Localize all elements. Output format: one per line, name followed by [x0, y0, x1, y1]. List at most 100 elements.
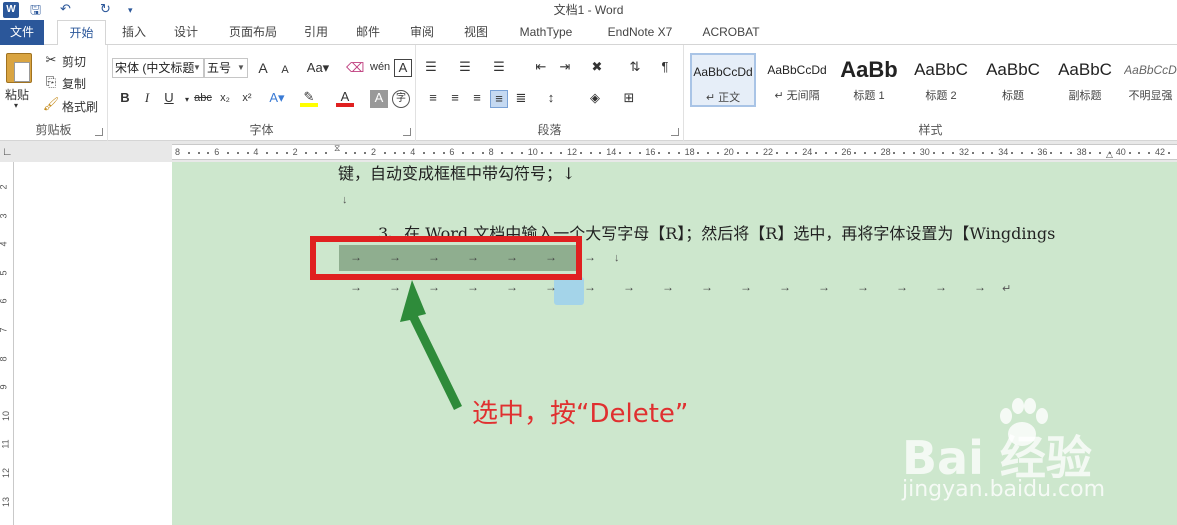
ribbon: 粘贴 ▾ ✂ 剪切 ⎘ 复制 🖌 格式刷 剪贴板 宋体 (中文标题 ▼ 五号 ▼…: [0, 45, 1177, 141]
document-page[interactable]: 键，自动变成框框中带勾符号；↓ ↓ 3、在 Word 文档中输入一个大写字母【R…: [172, 162, 1177, 525]
bold-icon[interactable]: B: [116, 90, 134, 108]
align-left-icon[interactable]: ≡: [424, 90, 442, 108]
tab-endnote[interactable]: EndNote X7: [598, 20, 682, 45]
strikethrough-icon[interactable]: abc: [192, 90, 214, 108]
vruler-tick-label: 2: [0, 184, 9, 189]
char-shading-icon[interactable]: A: [370, 90, 388, 108]
underline-icon[interactable]: U: [160, 90, 178, 108]
align-right-icon[interactable]: ≡: [468, 90, 486, 108]
font-color-icon[interactable]: A: [336, 89, 354, 107]
tab-mailings[interactable]: 邮件: [352, 20, 384, 45]
vruler-tick-label: 6: [0, 299, 9, 304]
highlight-icon[interactable]: ✎: [300, 89, 318, 107]
clear-format-icon[interactable]: ⌫: [346, 60, 364, 78]
clipboard-group-label: 剪贴板: [35, 123, 72, 137]
line-spacing-icon[interactable]: ↕: [542, 90, 560, 108]
ruler-dot: [187, 152, 190, 154]
char-border-icon[interactable]: A: [394, 59, 412, 77]
asian-layout-icon[interactable]: ✖: [588, 59, 606, 77]
tab-arrow-mark: →: [701, 280, 713, 294]
paste-options-icon[interactable]: [554, 277, 584, 305]
style-title[interactable]: AaBbC 标题: [980, 53, 1046, 107]
copy-button[interactable]: 复制: [62, 75, 86, 92]
tab-arrow-mark: →: [935, 280, 947, 294]
tab-home[interactable]: 开始: [57, 20, 106, 46]
style-sample: AaBbC: [1058, 60, 1112, 79]
ruler-tick-label: 26: [841, 147, 852, 157]
paste-dropdown-icon[interactable]: ▾: [14, 101, 18, 110]
superscript-icon[interactable]: x²: [238, 90, 256, 108]
numbering-icon[interactable]: ☰: [456, 59, 474, 77]
scissors-icon[interactable]: ✂: [42, 52, 60, 70]
grow-font-icon[interactable]: A: [254, 60, 272, 78]
bullets-icon[interactable]: ☰: [422, 59, 440, 77]
ruler-dot: [854, 152, 857, 154]
align-center-icon[interactable]: ≡: [446, 90, 464, 108]
chevron-down-icon[interactable]: ▼: [191, 59, 203, 77]
justify-icon[interactable]: ≡: [490, 90, 508, 108]
tab-design[interactable]: 设计: [170, 20, 202, 45]
style-sample: AaBbC: [986, 60, 1040, 79]
style-heading-1[interactable]: AaBb 标题 1: [836, 53, 902, 107]
tab-layout[interactable]: 页面布局: [225, 20, 281, 45]
tab-selector-icon[interactable]: ∟: [2, 146, 14, 158]
tab-review[interactable]: 审阅: [406, 20, 438, 45]
tab-file[interactable]: 文件: [0, 20, 44, 45]
right-indent-marker-icon[interactable]: △: [1106, 149, 1113, 160]
doc-line-1: 键，自动变成框框中带勾符号；↓: [338, 164, 576, 183]
ruler-dot: [795, 152, 798, 154]
paragraph-launcher-icon[interactable]: [671, 128, 679, 136]
style-normal[interactable]: AaBbCcDd ↵ 正文: [690, 53, 756, 107]
show-marks-icon[interactable]: ¶: [656, 59, 674, 77]
style-subtle-emphasis[interactable]: AaBbCcD 不明显强: [1124, 53, 1177, 107]
ruler-dot: [913, 152, 915, 154]
enclose-char-icon[interactable]: 字: [392, 90, 410, 108]
multilevel-list-icon[interactable]: ☰: [490, 59, 508, 77]
ruler-dot: [325, 152, 327, 154]
ruler-dot: [442, 152, 445, 154]
ruler-dot: [521, 152, 523, 154]
tab-references[interactable]: 引用: [300, 20, 332, 45]
tab-arrow-mark: →: [779, 280, 791, 294]
ruler-dot: [815, 152, 817, 154]
copy-icon[interactable]: ⎘: [42, 74, 60, 92]
increase-indent-icon[interactable]: ⇥: [556, 59, 574, 77]
pinyin-icon[interactable]: wén: [370, 59, 390, 77]
font-size-combo[interactable]: 五号 ▼: [204, 58, 248, 78]
tab-view[interactable]: 视图: [458, 20, 494, 45]
format-painter-icon[interactable]: 🖌: [42, 96, 60, 114]
style-subtitle[interactable]: AaBbC 副标题: [1052, 53, 1118, 107]
italic-icon[interactable]: I: [138, 90, 156, 108]
font-launcher-icon[interactable]: [403, 128, 411, 136]
sort-icon[interactable]: ⇅: [626, 59, 644, 77]
vruler-tick-label: 3: [0, 213, 9, 218]
tab-mathtype[interactable]: MathType: [512, 20, 580, 45]
tab-acrobat[interactable]: ACROBAT: [698, 20, 764, 45]
ruler-dot: [481, 152, 484, 154]
clipboard-launcher-icon[interactable]: [95, 128, 103, 136]
vertical-ruler[interactable]: 2 3 4 5 6 7 8 9 10 11 12 13: [0, 162, 14, 525]
style-no-spacing[interactable]: AaBbCcDd ↵ 无间隔: [764, 53, 830, 107]
text-effects-icon[interactable]: A▾: [268, 90, 286, 108]
paste-icon[interactable]: [6, 53, 32, 83]
tab-insert[interactable]: 插入: [118, 20, 150, 45]
ruler-dot: [236, 152, 239, 154]
format-painter-button[interactable]: 格式刷: [62, 98, 98, 115]
distributed-icon[interactable]: ≣: [512, 90, 530, 108]
style-sample: AaBb: [840, 57, 898, 82]
style-heading-2[interactable]: AaBbC 标题 2: [908, 53, 974, 107]
borders-icon[interactable]: ⊞: [620, 90, 638, 108]
cut-button[interactable]: 剪切: [62, 53, 86, 70]
subscript-icon[interactable]: x₂: [216, 90, 234, 108]
font-name-combo[interactable]: 宋体 (中文标题 ▼: [112, 58, 204, 78]
ruler-dot: [540, 152, 543, 154]
horizontal-ruler[interactable]: 8 6 4 2 2 4 6 8 10 12 14 16 18 20 22 24 26 28 30 32 34 36 38 40…: [172, 143, 1177, 160]
shading-icon[interactable]: ◈: [586, 90, 604, 108]
change-case-icon[interactable]: Aa▾: [304, 60, 332, 78]
decrease-indent-icon[interactable]: ⇤: [532, 59, 550, 77]
indent-marker-icon[interactable]: ⧖: [334, 143, 340, 154]
ruler-dot: [834, 152, 837, 154]
shrink-font-icon[interactable]: A: [276, 62, 294, 80]
ruler-tick-label: 40: [1115, 147, 1126, 157]
chevron-down-icon[interactable]: ▼: [235, 59, 247, 77]
